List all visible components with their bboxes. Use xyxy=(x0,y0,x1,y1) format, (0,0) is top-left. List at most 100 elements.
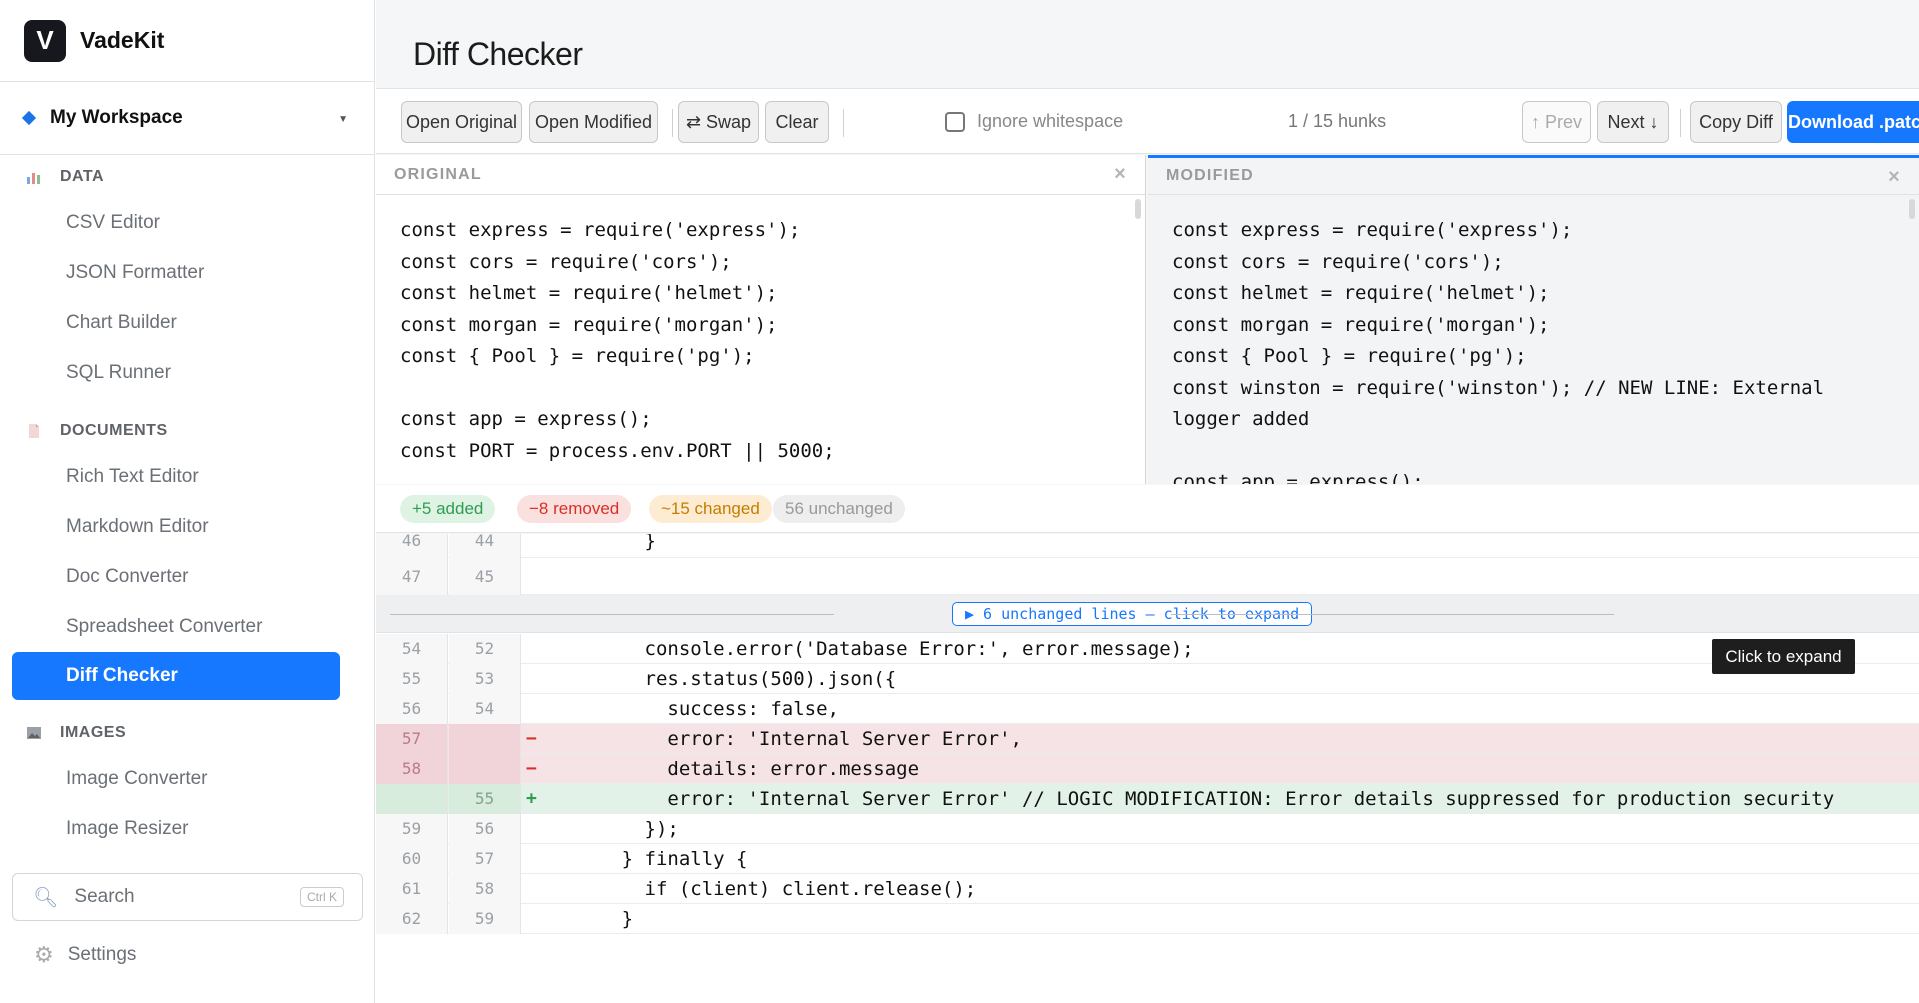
diff-row: 54 52 console.error('Database Error:', er… xyxy=(376,634,1919,664)
ignore-whitespace-checkbox[interactable] xyxy=(945,112,965,132)
sidebar: V VadeKit My Workspace ▼ DATA CSV Editor… xyxy=(0,0,375,1003)
modified-line-number: 52 xyxy=(449,634,521,664)
original-pane-header: ORIGINAL × xyxy=(376,155,1145,195)
expand-tooltip: Click to expand xyxy=(1712,639,1855,674)
workspace-switcher[interactable]: My Workspace ▼ xyxy=(0,82,374,155)
changed-badge: ~15 changed xyxy=(649,495,772,523)
original-line-number: 59 xyxy=(376,814,448,844)
original-pane-title: ORIGINAL xyxy=(394,165,482,183)
section-images: IMAGES xyxy=(0,712,364,754)
original-line-number: 58 xyxy=(376,754,448,784)
original-scrollbar[interactable] xyxy=(1135,199,1141,219)
modified-line-number: 44 xyxy=(449,534,521,558)
search-icon: 🔍︎ xyxy=(33,886,59,909)
app-name: VadeKit xyxy=(80,27,165,53)
original-line-number: 62 xyxy=(376,904,448,934)
section-label: DATA xyxy=(60,168,105,185)
section-data: DATA xyxy=(0,156,364,198)
original-line-number: 47 xyxy=(376,558,448,595)
diff-row: 56 54 success: false, xyxy=(376,694,1919,724)
diff-line-text: error: 'Internal Server Error', xyxy=(553,728,1022,750)
modified-line-number: 57 xyxy=(449,844,521,874)
diff-marker: + xyxy=(526,788,537,809)
sidebar-item-image-converter[interactable]: Image Converter xyxy=(0,754,364,804)
modified-line-number: 53 xyxy=(449,664,521,694)
modified-pane-title: MODIFIED xyxy=(1166,167,1254,184)
modified-line-number: 54 xyxy=(449,694,521,724)
page-title: Diff Checker xyxy=(413,36,583,72)
modified-code-editor[interactable]: const express = require('express'); cons… xyxy=(1148,195,1919,484)
diff-row: 47 45 xyxy=(376,558,1919,595)
open-modified-button[interactable]: Open Modified xyxy=(529,101,658,143)
settings-link[interactable]: ⚙ Settings xyxy=(34,942,136,968)
clear-button[interactable]: Clear xyxy=(765,101,829,143)
brand[interactable]: V VadeKit xyxy=(0,0,374,82)
diff-row: 59 56 }); xyxy=(376,814,1919,844)
modified-pane-header: MODIFIED × xyxy=(1148,155,1919,195)
ignore-whitespace-label[interactable]: Ignore whitespace xyxy=(977,111,1123,132)
close-icon[interactable]: × xyxy=(1888,166,1901,189)
collapsed-lines-bar[interactable]: ▶ 6 unchanged lines — click to expand xyxy=(376,595,1919,633)
modified-scrollbar[interactable] xyxy=(1909,199,1915,219)
workspace-diamond-icon xyxy=(21,110,37,126)
sidebar-item-sql-runner[interactable]: SQL Runner xyxy=(0,348,364,398)
diff-row: 60 57 } finally { xyxy=(376,844,1919,874)
close-icon[interactable]: × xyxy=(1114,163,1127,186)
original-line-number: 57 xyxy=(376,724,448,754)
modified-line-number: 58 xyxy=(449,874,521,904)
main-content: Diff Checker Open Original Open Modified… xyxy=(376,0,1919,1003)
sidebar-item-spreadsheet-converter[interactable]: Spreadsheet Converter xyxy=(0,602,364,652)
removed-line-row: 58 − details: error.message xyxy=(376,754,1919,784)
diff-stats: +5 added −8 removed ~15 changed 56 uncha… xyxy=(376,485,1919,533)
workspace-name: My Workspace xyxy=(50,107,183,128)
sidebar-item-image-resizer[interactable]: Image Resizer xyxy=(0,804,364,854)
toolbar-divider xyxy=(843,109,844,137)
sidebar-search[interactable]: 🔍︎ Search Ctrl K xyxy=(12,873,363,921)
divider-line xyxy=(390,614,834,615)
diff-line-text: if (client) client.release(); xyxy=(553,878,977,900)
sidebar-item-json-formatter[interactable]: JSON Formatter xyxy=(0,248,364,298)
diff-row: 46 44 } xyxy=(376,534,1919,558)
original-code-editor[interactable]: const express = require('express'); cons… xyxy=(376,195,1145,467)
diff-line-text: details: error.message xyxy=(553,758,920,780)
section-documents: DOCUMENTS xyxy=(0,410,364,452)
sidebar-item-rich-text-editor[interactable]: Rich Text Editor xyxy=(0,452,364,502)
diff-row: 61 58 if (client) client.release(); xyxy=(376,874,1919,904)
download-patch-button[interactable]: Download .patch xyxy=(1787,101,1919,143)
hunk-counter: 1 / 15 hunks xyxy=(1288,111,1387,131)
diff-marker: − xyxy=(526,758,537,779)
section-label: DOCUMENTS xyxy=(60,422,168,439)
diff-line-text: success: false, xyxy=(553,698,839,720)
modified-line-number: 45 xyxy=(449,558,521,595)
next-hunk-button[interactable]: Next ↓ xyxy=(1597,101,1669,143)
chevron-down-icon: ▼ xyxy=(338,114,348,125)
modified-line-number: 59 xyxy=(449,904,521,934)
diff-row: 55 53 res.status(500).json({ xyxy=(376,664,1919,694)
original-line-number: 46 xyxy=(376,534,448,558)
open-original-button[interactable]: Open Original xyxy=(401,101,522,143)
settings-label: Settings xyxy=(67,944,137,965)
diff-line-text: res.status(500).json({ xyxy=(553,668,897,690)
prev-hunk-button[interactable]: ↑ Prev xyxy=(1522,101,1591,143)
modified-line-number xyxy=(449,724,521,754)
original-line-number: 54 xyxy=(376,634,448,664)
toolbar-divider xyxy=(1680,109,1681,137)
sidebar-item-csv-editor[interactable]: CSV Editor xyxy=(0,198,364,248)
modified-line-number xyxy=(449,754,521,784)
sidebar-item-diff-checker[interactable]: Diff Checker xyxy=(12,652,340,700)
diff-line-text: }); xyxy=(553,818,679,840)
unchanged-badge: 56 unchanged xyxy=(773,495,905,523)
diff-line-text: console.error('Database Error:', error.m… xyxy=(553,638,1194,660)
toolbar: Open Original Open Modified ⇄ Swap Clear… xyxy=(376,88,1919,154)
sidebar-item-doc-converter[interactable]: Doc Converter xyxy=(0,552,364,602)
modified-pane: MODIFIED × const express = require('expr… xyxy=(1148,155,1919,484)
toolbar-divider xyxy=(672,109,673,137)
swap-button[interactable]: ⇄ Swap xyxy=(678,101,759,143)
sidebar-nav: DATA CSV Editor JSON Formatter Chart Bui… xyxy=(0,156,364,856)
sidebar-item-markdown-editor[interactable]: Markdown Editor xyxy=(0,502,364,552)
diff-line-text: } xyxy=(553,908,634,930)
diff-row: 62 59 } xyxy=(376,904,1919,934)
diff-view: 46 44 } 47 45 ▶ 6 unchanged lines — clic… xyxy=(376,534,1919,1003)
sidebar-item-chart-builder[interactable]: Chart Builder xyxy=(0,298,364,348)
copy-diff-button[interactable]: Copy Diff xyxy=(1690,101,1782,143)
